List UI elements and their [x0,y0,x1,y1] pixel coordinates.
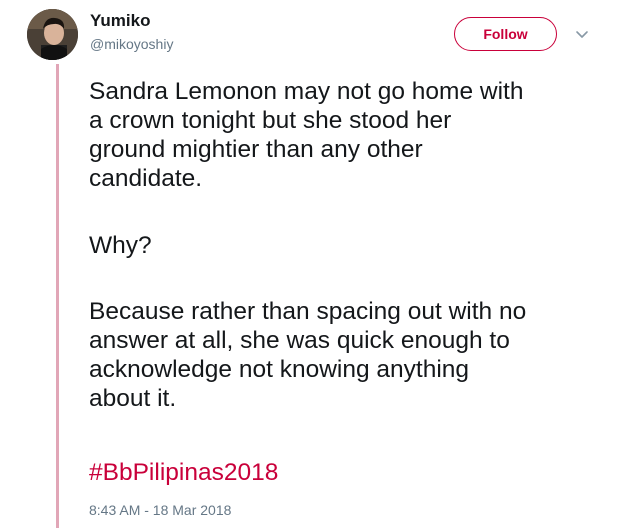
author-name[interactable]: Yumiko [90,11,150,31]
avatar[interactable] [27,9,78,60]
author-handle[interactable]: @mikoyoshiy [90,36,173,52]
thread-line [56,64,59,528]
tweet-paragraph: Because rather than spacing out with no … [89,298,527,412]
avatar-image [27,9,78,60]
tweet-paragraph: Sandra Lemonon may not go home with a cr… [89,78,524,192]
tweet-timestamp[interactable]: 8:43 AM - 18 Mar 2018 [89,502,231,518]
tweet-paragraph: Why? [89,232,152,259]
hashtag-link[interactable]: #BbPilipinas2018 [89,458,278,487]
chevron-down-icon[interactable] [575,27,589,38]
follow-button[interactable]: Follow [454,17,557,51]
